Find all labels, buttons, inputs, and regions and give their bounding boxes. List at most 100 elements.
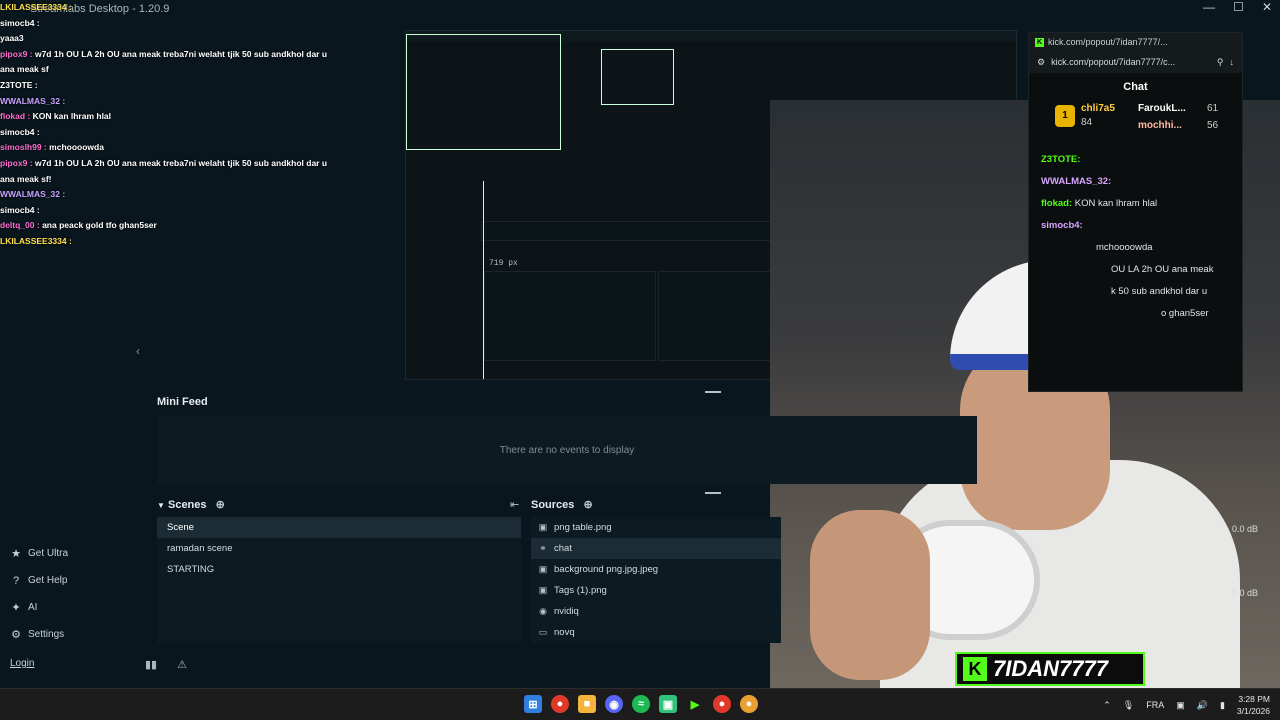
scenes-title: Scenes xyxy=(167,499,207,511)
source-item[interactable]: ⚭ chat xyxy=(531,538,781,559)
kick-message: simocb4: xyxy=(1041,220,1083,231)
leader-name: FaroukL... xyxy=(1138,103,1186,114)
streamlabs-icon[interactable]: ▣ xyxy=(659,695,677,713)
kick-message: WWALMAS_32: xyxy=(1041,176,1112,187)
clock[interactable]: 3:28 PM 3/1/2026 xyxy=(1237,693,1270,717)
overlay-chat-line: yaaa3 xyxy=(0,33,24,44)
folder-icon[interactable]: ■ xyxy=(578,695,596,713)
kick-message-list: Z3TOTE: WWALMAS_32: flokad: KON kan lhra… xyxy=(1029,149,1242,325)
kick-message: mchoooowda xyxy=(1096,242,1153,253)
windows-taskbar: ⊞ ● ■ ◉ ≈ ▣ ▶ ● ● ⌃ 🎙 FRA ▣ 🔊 ▮ 3:28 PM … xyxy=(0,688,1280,720)
kick-message: o ghan5ser xyxy=(1161,308,1209,319)
chevron-up-icon[interactable]: ⌃ xyxy=(1103,700,1111,711)
scene-item[interactable]: STARTING xyxy=(157,559,521,580)
play-icon[interactable]: ▶ xyxy=(686,695,704,713)
overlay-chat-line: ana meak sf! xyxy=(0,173,52,184)
image-icon: ▣ xyxy=(538,522,548,532)
kick-logo-icon: K xyxy=(963,657,987,681)
scene-item[interactable]: ramadan scene xyxy=(157,538,521,559)
kick-logo-icon: K xyxy=(1035,37,1044,47)
gear-icon: ⚙ xyxy=(11,629,21,641)
ultra-icon: ★ xyxy=(11,548,21,560)
start-icon[interactable]: ⊞ xyxy=(524,695,542,713)
kick-message: Z3TOTE: xyxy=(1041,154,1081,165)
resize-handle[interactable] xyxy=(705,391,721,393)
alert-icon[interactable]: ⚠ xyxy=(177,658,187,671)
source-item[interactable]: ▣ background png.jpg.jpeg xyxy=(531,559,781,580)
language-indicator[interactable]: FRA xyxy=(1146,700,1164,710)
sources-title: Sources xyxy=(531,499,575,511)
taskbar-apps: ⊞ ● ■ ◉ ≈ ▣ ▶ ● ● xyxy=(524,695,758,713)
chevron-left-icon[interactable]: ‹ xyxy=(136,344,140,358)
chrome-profile-2-icon[interactable]: ● xyxy=(740,695,758,713)
sidebar-item-get-ultra[interactable]: ★ Get Ultra xyxy=(0,540,135,567)
mini-feed-empty: There are no events to display xyxy=(499,444,635,456)
discord-icon[interactable]: ◉ xyxy=(605,695,623,713)
leader-value: 61 xyxy=(1207,103,1219,114)
webcam-hand xyxy=(810,510,930,680)
source-item[interactable]: ▭ novq xyxy=(531,622,781,643)
sources-header: Sources ⊕ xyxy=(531,498,593,511)
scenes-header: ▼ Scenes ⊕ xyxy=(157,498,225,511)
window-controls: — ☐ ✕ xyxy=(1203,0,1272,14)
source-item[interactable]: ▣ png table.png xyxy=(531,517,781,538)
mini-feed-panel: There are no events to display xyxy=(157,416,977,484)
overlay-chat-line: simoslh99 : mchoooowda xyxy=(0,142,104,153)
overlay-chat-line: ana meak sf xyxy=(0,64,49,75)
volume-icon[interactable]: 🔊 xyxy=(1197,700,1208,711)
streamlabs-window: Streamlabs Desktop - 1.20.9 — ☐ ✕ 719 px… xyxy=(0,0,1280,688)
kick-address-bar[interactable]: ⚙ kick.com/popout/7idan7777/c... ⚲ ↓ xyxy=(1029,51,1242,73)
display-icon: ▭ xyxy=(538,627,548,637)
add-scene-button[interactable]: ⊕ xyxy=(216,499,225,511)
scene-item[interactable]: Scene xyxy=(157,517,521,538)
image-icon: ▣ xyxy=(538,585,548,595)
add-source-button[interactable]: ⊕ xyxy=(583,499,592,511)
maximize-icon[interactable]: ☐ xyxy=(1233,0,1244,14)
microphone-icon[interactable]: 🎙 xyxy=(1123,700,1134,711)
overlay-chat-line: Z3TOTE : xyxy=(0,79,38,90)
chrome-icon[interactable]: ● xyxy=(551,695,569,713)
leader-value: 84 xyxy=(1081,117,1093,128)
nested-sources xyxy=(658,271,778,361)
sidebar-item-settings[interactable]: ⚙ Settings xyxy=(0,621,135,648)
mixer-level: 0.0 dB xyxy=(1232,588,1259,598)
mini-feed-title: Mini Feed xyxy=(157,396,208,408)
battery-icon[interactable]: ▮ xyxy=(1220,700,1225,711)
chat-source-selection[interactable] xyxy=(406,34,561,150)
overlay-chat-line: simocb4 : xyxy=(0,126,40,137)
chevron-down-icon[interactable]: ▼ xyxy=(157,501,165,510)
network-icon[interactable]: ▣ xyxy=(1176,700,1185,711)
overlay-chat-line: pipox9 : w7d 1h OU LA 2h OU ana meak tre… xyxy=(0,157,328,168)
rank-badge: 1 xyxy=(1055,105,1075,127)
sources-list: ▣ png table.png ⚭ chat ▣ background png.jpg… xyxy=(531,517,781,643)
status-bar: ▮▮ ⚠ xyxy=(145,658,187,671)
chrome-profile-icon[interactable]: ● xyxy=(713,695,731,713)
site-settings-icon[interactable]: ⚙ xyxy=(1037,57,1045,68)
spotify-icon[interactable]: ≈ xyxy=(632,695,650,713)
kick-message: k 50 sub andkhol dar u xyxy=(1111,286,1208,297)
download-icon[interactable]: ↓ xyxy=(1230,57,1235,67)
leader-name: chli7a5 xyxy=(1081,103,1115,114)
guide-line xyxy=(483,181,484,379)
close-icon[interactable]: ✕ xyxy=(1262,0,1272,14)
login-link[interactable]: Login xyxy=(10,658,34,669)
zoom-icon[interactable]: ⚲ xyxy=(1217,57,1224,68)
source-item[interactable]: ▣ Tags (1).png xyxy=(531,580,781,601)
scene-transition-icon[interactable]: ⇤ xyxy=(510,498,519,511)
overlay-chat-line: LKILASSEE3334 : xyxy=(0,235,72,246)
nested-scenes xyxy=(484,271,656,361)
performance-icon[interactable]: ▮▮ xyxy=(145,658,157,671)
source-item[interactable]: ◉ nvidiq xyxy=(531,601,781,622)
kick-chat-window[interactable]: K kick.com/popout/7idan7777/... ⚙ kick.c… xyxy=(1028,32,1243,392)
overlay-chat-line: pipox9 : w7d 1h OU LA 2h OU ana meak tre… xyxy=(0,48,328,59)
help-icon: ? xyxy=(12,574,20,587)
minimize-icon[interactable]: — xyxy=(1203,0,1215,14)
overlay-chat-line: simocb4 : xyxy=(0,204,40,215)
kick-message: flokad: KON kan lhram hlal xyxy=(1041,198,1158,209)
kick-url: kick.com/popout/7idan7777/c... xyxy=(1051,57,1176,67)
sidebar-item-get-help[interactable]: ? Get Help xyxy=(0,567,135,594)
resize-handle[interactable] xyxy=(705,492,721,494)
overlay-chat-line: flokad : KON kan lhram hlal xyxy=(0,111,112,122)
sidebar-item-ai[interactable]: ✦ AI xyxy=(0,594,135,621)
overlay-chat-line: LKILASSEE3334 : xyxy=(0,2,72,12)
